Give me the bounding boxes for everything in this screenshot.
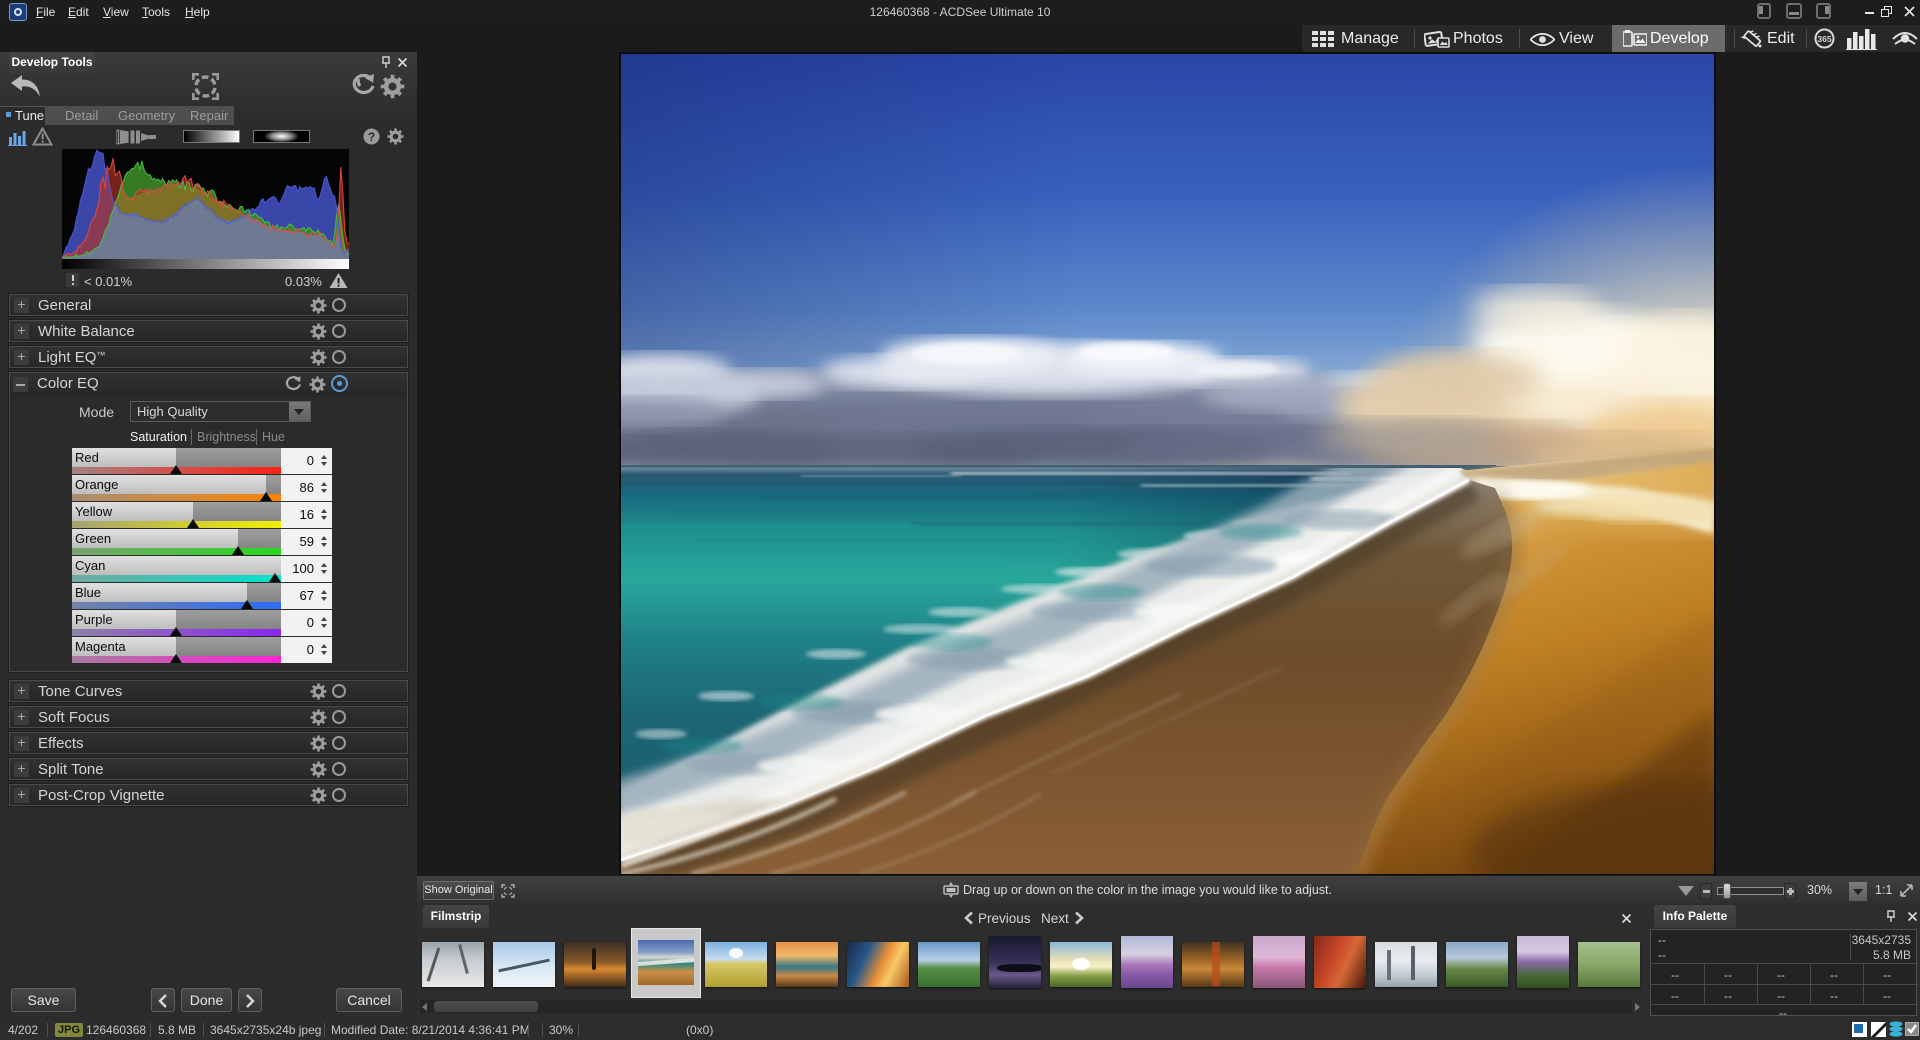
svg-text:?: ? bbox=[368, 130, 375, 144]
svg-text:365: 365 bbox=[1817, 34, 1831, 44]
